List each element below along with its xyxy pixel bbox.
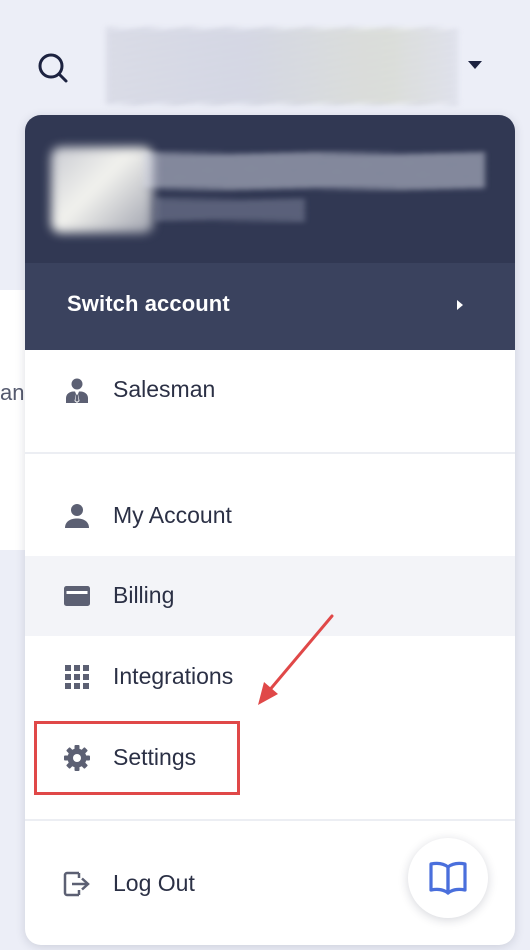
menu-item-label: Integrations — [113, 663, 234, 689]
menu-item-label: Billing — [113, 582, 175, 608]
avatar — [51, 147, 153, 233]
search-icon[interactable] — [34, 50, 70, 86]
logout-icon — [63, 870, 91, 898]
chevron-down-icon[interactable] — [468, 61, 482, 69]
user-icon — [63, 502, 91, 530]
account-dropdown-menu: Switch account Salesman My Account Billi… — [25, 115, 515, 945]
menu-item-label: Log Out — [113, 870, 195, 896]
menu-item-my-account[interactable]: My Account — [25, 476, 515, 556]
account-name-redacted — [143, 153, 485, 189]
chevron-right-icon — [457, 300, 463, 310]
top-bar — [0, 0, 530, 115]
menu-item-billing[interactable]: Billing — [25, 556, 515, 636]
account-header — [25, 115, 515, 263]
menu-item-settings[interactable]: Settings — [25, 718, 515, 798]
menu-item-integrations[interactable]: Integrations — [25, 637, 515, 717]
switch-account-label: Switch account — [67, 291, 230, 316]
menu-item-salesman[interactable]: Salesman — [25, 350, 515, 430]
divider — [25, 819, 515, 821]
grid-icon — [63, 663, 91, 691]
help-docs-button[interactable] — [408, 838, 488, 918]
menu-item-label: My Account — [113, 502, 232, 528]
menu-item-label: Salesman — [113, 376, 216, 402]
gear-icon — [63, 744, 91, 772]
switch-account-button[interactable]: Switch account — [25, 263, 515, 350]
credit-card-icon — [63, 582, 91, 610]
account-selector-redacted[interactable] — [106, 28, 458, 105]
divider — [25, 452, 515, 454]
book-icon — [428, 859, 468, 897]
account-email-redacted — [155, 199, 305, 221]
salesman-icon — [63, 376, 91, 404]
menu-item-label: Settings — [113, 744, 197, 770]
